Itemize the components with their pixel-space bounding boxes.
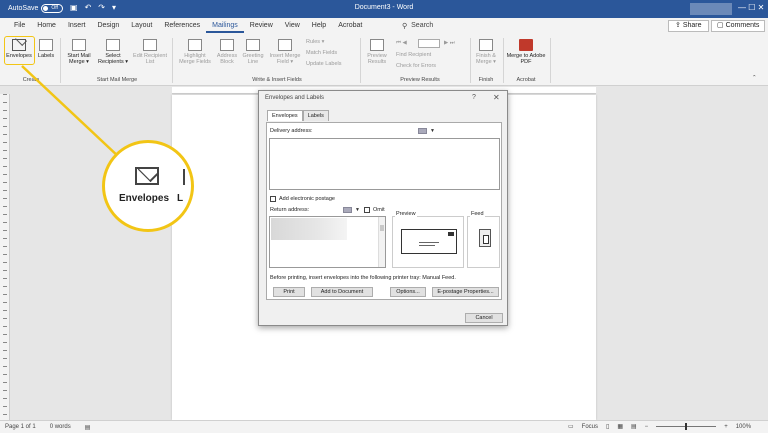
web-layout-icon[interactable]: ▤: [631, 423, 637, 430]
zoom-in-icon[interactable]: +: [724, 424, 728, 430]
page-count[interactable]: Page 1 of 1: [5, 424, 36, 431]
print-layout-icon[interactable]: ▦: [617, 423, 623, 430]
labels-icon: [183, 169, 191, 185]
zoom-slider[interactable]: [656, 423, 717, 430]
zoom-out-icon[interactable]: −: [645, 424, 649, 430]
proofing-icon[interactable]: ▤: [85, 424, 91, 431]
callout-envelopes-label: Envelopes: [119, 193, 170, 204]
word-count[interactable]: 0 words: [50, 424, 71, 431]
read-mode-icon[interactable]: ▯: [606, 423, 609, 430]
envelope-icon: [135, 167, 159, 185]
status-bar: Page 1 of 1 0 words ▤ ▭ Focus ▯ ▦ ▤ − + …: [0, 420, 768, 433]
zoom-callout: Envelopes L: [102, 140, 194, 232]
focus-icon[interactable]: ▭: [568, 423, 574, 430]
zoom-level[interactable]: 100%: [736, 424, 751, 430]
focus-label[interactable]: Focus: [582, 424, 598, 430]
callout-labels-partial: L: [177, 193, 184, 204]
